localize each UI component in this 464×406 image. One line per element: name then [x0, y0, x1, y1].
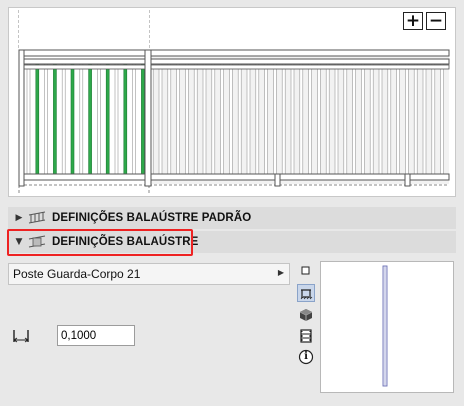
baluster	[97, 61, 101, 177]
railing-post	[404, 173, 411, 187]
baluster	[290, 61, 295, 177]
baluster-selected	[70, 61, 75, 177]
baluster	[334, 61, 339, 177]
baluster	[132, 61, 136, 177]
railing-drawing	[18, 10, 450, 194]
railing-post	[144, 49, 152, 187]
baluster	[440, 61, 444, 177]
width-dimension-icon	[10, 328, 34, 346]
square-outline-icon[interactable]	[297, 262, 315, 280]
baluster-selected	[35, 61, 40, 177]
baluster-profile-dropdown[interactable]: Poste Guarda-Corpo 21 ▶	[8, 263, 290, 285]
baluster	[405, 61, 409, 177]
baluster	[361, 61, 365, 177]
baluster	[343, 61, 348, 177]
top-rail	[18, 49, 450, 57]
baluster	[325, 61, 330, 177]
baluster-icon	[28, 211, 46, 224]
collapsed-arrow-icon: ▶	[15, 213, 23, 223]
railing-post	[274, 173, 281, 187]
zoom-in-button[interactable]: +	[403, 12, 423, 30]
baluster	[431, 61, 436, 177]
baluster-selected	[123, 61, 128, 177]
baluster-selected	[141, 61, 145, 177]
baluster	[273, 61, 277, 177]
section-default-baluster-settings[interactable]: ▶ DEFINIÇÕES BALAÚSTRE PADRÃO	[8, 207, 456, 229]
baluster	[237, 61, 242, 177]
baluster	[202, 61, 207, 177]
baluster-selected	[88, 61, 92, 177]
baluster	[193, 61, 198, 177]
info-icon-letter: i	[304, 351, 308, 362]
baluster	[211, 61, 216, 177]
baluster	[185, 61, 189, 177]
baluster	[317, 61, 321, 177]
baluster-preview	[320, 261, 454, 393]
baluster	[229, 61, 233, 177]
baluster	[422, 61, 427, 177]
bottom-rail	[18, 173, 450, 181]
railing-preview-canvas[interactable]: + −	[8, 7, 456, 197]
baluster	[299, 61, 304, 177]
baluster	[167, 61, 172, 177]
baluster	[281, 61, 286, 177]
baluster-width-input[interactable]	[57, 325, 135, 346]
baluster	[413, 61, 418, 177]
baluster	[352, 61, 356, 177]
third-rail	[18, 64, 450, 70]
baluster	[369, 61, 374, 177]
zoom-out-button[interactable]: −	[426, 12, 446, 30]
baluster	[158, 61, 163, 177]
baluster	[176, 61, 180, 177]
highlight-frame	[7, 229, 193, 256]
segment-header-area	[19, 10, 149, 49]
dropdown-value: Poste Guarda-Corpo 21	[13, 267, 141, 281]
baluster	[246, 61, 251, 177]
film-strip-icon[interactable]	[297, 327, 315, 345]
second-rail	[18, 58, 450, 65]
baluster	[387, 61, 392, 177]
baluster-selected	[53, 61, 57, 177]
3d-box-icon[interactable]	[297, 306, 315, 324]
baluster	[396, 61, 400, 177]
railing-view-icon[interactable]	[297, 284, 315, 302]
baluster	[79, 61, 84, 177]
baluster	[61, 61, 66, 177]
baluster	[308, 61, 312, 177]
baluster	[220, 61, 224, 177]
section-title: DEFINIÇÕES BALAÚSTRE PADRÃO	[52, 212, 252, 224]
railing-post	[18, 49, 25, 187]
info-icon[interactable]: i	[297, 348, 315, 366]
baluster	[44, 61, 48, 177]
baluster	[26, 61, 31, 177]
baluster-drawing	[382, 265, 388, 387]
baluster	[378, 61, 383, 177]
baluster	[264, 61, 268, 177]
baluster	[255, 61, 260, 177]
dropdown-arrow-icon: ▶	[277, 268, 284, 277]
baluster	[114, 61, 119, 177]
baluster-selected	[105, 61, 110, 177]
